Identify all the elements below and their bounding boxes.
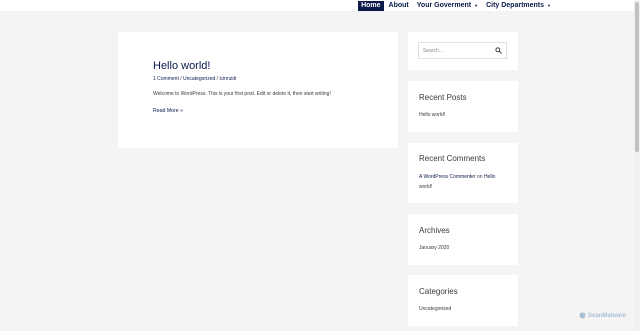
recent-posts-widget: Recent Posts Hello world! bbox=[408, 81, 518, 132]
nav-item-label: About bbox=[388, 1, 409, 9]
scrollbar-thumb[interactable] bbox=[635, 2, 639, 152]
nav-item-label: Home bbox=[361, 1, 381, 9]
nav-item-label: City Departments bbox=[486, 1, 545, 9]
widget-title: Categories bbox=[419, 287, 458, 296]
comments-link[interactable]: 1 Comment bbox=[153, 76, 179, 82]
nav-item-label: Your Goverment bbox=[416, 1, 472, 9]
archive-link[interactable]: January 2020 bbox=[419, 243, 449, 253]
nav-item-your-goverment[interactable]: Your Goverment ▼ bbox=[414, 1, 481, 11]
category-link[interactable]: Uncategorized bbox=[183, 76, 215, 82]
recent-post-link[interactable]: Hello world! bbox=[419, 110, 445, 120]
post-title[interactable]: Hello world! bbox=[153, 60, 210, 72]
page-scrollbar[interactable] bbox=[634, 0, 640, 331]
nav-item-city-departments[interactable]: City Departments ▼ bbox=[483, 1, 554, 11]
watermark-text: ScanMalware bbox=[588, 312, 627, 319]
categories-widget: Categories Uncategorized bbox=[408, 275, 518, 326]
widget-title: Archives bbox=[419, 226, 450, 235]
post-meta: 1 Comment / Uncategorized / icinnzdr bbox=[153, 76, 237, 82]
shield-icon bbox=[579, 312, 586, 319]
nav-item-home[interactable]: Home bbox=[358, 0, 384, 11]
chevron-down-icon: ▼ bbox=[474, 2, 479, 8]
chevron-down-icon: ▼ bbox=[547, 2, 551, 8]
search-input[interactable] bbox=[423, 47, 493, 55]
comment-post-link-continued[interactable]: world! bbox=[419, 182, 432, 192]
search-widget bbox=[408, 32, 518, 70]
widget-title: Recent Comments bbox=[419, 154, 486, 163]
header-bar: Home About Your Goverment ▼ City Departme… bbox=[0, 0, 634, 11]
archives-widget: Archives January 2020 bbox=[408, 214, 518, 265]
read-more-link[interactable]: Read More » bbox=[153, 108, 183, 114]
recent-comment-item: A WordPress Commenter on Hello bbox=[419, 172, 495, 182]
main-nav: Home About Your Goverment ▼ City Departme… bbox=[356, 0, 554, 11]
widget-title: Recent Posts bbox=[419, 93, 467, 102]
comment-post-link[interactable]: Hello bbox=[484, 174, 495, 180]
recent-comments-widget: Recent Comments A WordPress Commenter on… bbox=[408, 143, 518, 203]
watermark: ScanMalware bbox=[579, 312, 626, 319]
post-excerpt: Welcome to WordPress. This is your first… bbox=[153, 91, 331, 97]
comment-author-link[interactable]: A WordPress Commenter bbox=[419, 174, 476, 180]
comment-on-text: on bbox=[475, 174, 484, 180]
search-icon[interactable] bbox=[495, 47, 502, 54]
category-link[interactable]: Uncategorized bbox=[419, 304, 451, 314]
nav-item-about[interactable]: About bbox=[386, 1, 412, 11]
post-card: Hello world! 1 Comment / Uncategorized /… bbox=[118, 32, 398, 148]
author-link[interactable]: icinnzdr bbox=[219, 76, 236, 82]
search-form bbox=[418, 42, 507, 59]
